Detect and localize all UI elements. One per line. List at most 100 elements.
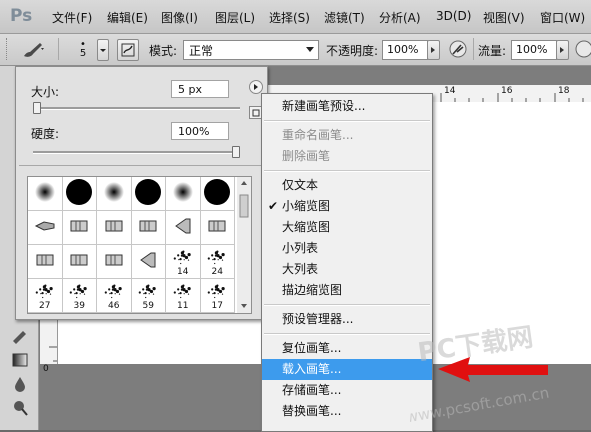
menu-item[interactable]: 预设管理器...: [262, 309, 432, 330]
mode-value: 正常: [189, 44, 214, 58]
brush-preset-picker: 大小: 5 px 硬度: 100% 14 24 27 39 46 59 11 17: [15, 66, 268, 320]
menu-item[interactable]: 小列表: [262, 238, 432, 259]
hardness-slider[interactable]: [33, 151, 240, 154]
opacity-input[interactable]: 100%: [382, 40, 428, 60]
menu-item-label: 替换画笔...: [282, 404, 342, 418]
brush-preset-cell[interactable]: 24: [200, 245, 235, 279]
brush-panel-toggle-icon[interactable]: [117, 39, 139, 61]
brush-preset-cell[interactable]: 11: [166, 279, 201, 313]
brush-tip-icon: [133, 245, 163, 278]
preset-scrollbar[interactable]: [237, 176, 252, 314]
brush-preset-cell[interactable]: [131, 211, 166, 245]
brush-size-label: 39: [73, 301, 85, 311]
brush-size-preview[interactable]: • 5: [70, 40, 96, 62]
ruler-label: 16: [501, 86, 513, 96]
brush-preset-cell[interactable]: [131, 245, 166, 279]
size-slider-thumb[interactable]: [33, 102, 41, 114]
brush-preset-cell[interactable]: 46: [97, 279, 132, 313]
hardness-slider-thumb[interactable]: [232, 146, 240, 158]
menu-layer[interactable]: 图层(L): [215, 9, 255, 26]
brush-preset-cell[interactable]: [62, 177, 97, 211]
brush-preset-cell[interactable]: [97, 211, 132, 245]
photoshop-logo: Ps: [10, 6, 33, 26]
brush-tip-icon: [99, 177, 129, 210]
brush-preset-cell[interactable]: 27: [28, 279, 63, 313]
brush-preset-cell[interactable]: 59: [131, 279, 166, 313]
menu-select[interactable]: 选择(S): [269, 9, 310, 26]
menu-item[interactable]: 大缩览图: [262, 217, 432, 238]
brush-size-label: 46: [108, 301, 120, 311]
brush-preset-cell[interactable]: [97, 177, 132, 211]
brush-tip-icon: [133, 211, 163, 244]
brush-tip-icon: [30, 245, 60, 278]
menu-item[interactable]: 复位画笔...: [262, 338, 432, 359]
menu-item[interactable]: ✔ 小缩览图: [262, 196, 432, 217]
menu-item[interactable]: 替换画笔...: [262, 401, 432, 422]
brush-preset-cell[interactable]: [200, 177, 235, 211]
brush-preset-cell[interactable]: [97, 245, 132, 279]
opacity-slider-button[interactable]: [427, 40, 440, 60]
mode-label: 模式:: [149, 44, 178, 58]
brush-preset-cell[interactable]: [166, 177, 201, 211]
menu-filter[interactable]: 滤镜(T): [324, 9, 365, 26]
menu-item-label: 载入画笔...: [282, 362, 342, 376]
dodge-tool-icon[interactable]: [11, 400, 29, 416]
menu-image[interactable]: 图像(I): [161, 9, 198, 26]
brush-preset-cell[interactable]: [28, 211, 63, 245]
size-slider[interactable]: [33, 107, 240, 110]
brush-preset-cell[interactable]: 39: [62, 279, 97, 313]
brush-preset-cell[interactable]: [62, 245, 97, 279]
panel-menu-button[interactable]: [249, 80, 263, 94]
brush-preset-cell[interactable]: [28, 177, 63, 211]
menu-item[interactable]: 新建画笔预设...: [262, 96, 432, 117]
brush-tip-icon: [133, 177, 163, 210]
menu-item-label: 描边缩览图: [282, 283, 343, 297]
brush-tip-icon: [168, 177, 198, 210]
brush-preset-cell[interactable]: [28, 245, 63, 279]
size-input[interactable]: 5 px: [171, 80, 229, 98]
brush-tool-icon[interactable]: [20, 39, 48, 59]
flow-input[interactable]: 100%: [511, 40, 557, 60]
menu-separator: [264, 120, 430, 122]
menu-item[interactable]: 载入画笔...: [262, 359, 432, 380]
options-divider: [58, 38, 59, 60]
blur-tool-icon[interactable]: [11, 376, 29, 392]
brush-preset-cell[interactable]: [200, 211, 235, 245]
pencil-tool-icon[interactable]: [11, 328, 29, 344]
panel-divider: [19, 165, 264, 166]
brush-panel-menu: 新建画笔预设... 重命名画笔... 删除画笔仅文本 ✔ 小缩览图 大缩览图 小列表大列表描…: [261, 93, 433, 432]
tablet-pressure-icon[interactable]: [574, 39, 591, 59]
brush-preset-cell[interactable]: 14: [166, 245, 201, 279]
mode-select[interactable]: 正常: [183, 40, 319, 60]
menu-analysis[interactable]: 分析(A): [379, 9, 421, 26]
checkmark-icon: ✔: [268, 199, 279, 213]
brush-preset-cell[interactable]: 17: [200, 279, 235, 313]
brush-size-label: 27: [39, 301, 51, 311]
menu-separator: [264, 304, 430, 306]
hardness-label: 硬度:: [31, 127, 60, 141]
menu-item-label: 重命名画笔...: [282, 128, 354, 142]
menu-window[interactable]: 窗口(W): [540, 9, 585, 26]
menu-separator: [264, 170, 430, 172]
hardness-input[interactable]: 100%: [171, 122, 229, 140]
menu-item[interactable]: 删除画笔: [262, 146, 432, 167]
brush-preset-cell[interactable]: [166, 211, 201, 245]
menu-item-label: 存储画笔...: [282, 383, 342, 397]
brush-preset-cell[interactable]: [131, 177, 166, 211]
flow-slider-button[interactable]: [556, 40, 569, 60]
menu-item[interactable]: 重命名画笔...: [262, 125, 432, 146]
menu-item[interactable]: 仅文本: [262, 175, 432, 196]
menu-3d[interactable]: 3D(D): [436, 9, 471, 23]
brush-picker-dropdown[interactable]: [97, 39, 109, 61]
brush-tip-icon: [64, 177, 94, 210]
brush-preset-cell[interactable]: [62, 211, 97, 245]
menu-item[interactable]: 大列表: [262, 259, 432, 280]
menu-view[interactable]: 视图(V): [483, 9, 525, 26]
menu-edit[interactable]: 编辑(E): [107, 9, 148, 26]
menu-file[interactable]: 文件(F): [52, 9, 92, 26]
menu-item[interactable]: 存储画笔...: [262, 380, 432, 401]
gradient-tool-icon[interactable]: [11, 352, 29, 368]
airbrush-icon[interactable]: [448, 39, 468, 59]
menu-item[interactable]: 描边缩览图: [262, 280, 432, 301]
menu-item-label: 大列表: [282, 262, 319, 276]
